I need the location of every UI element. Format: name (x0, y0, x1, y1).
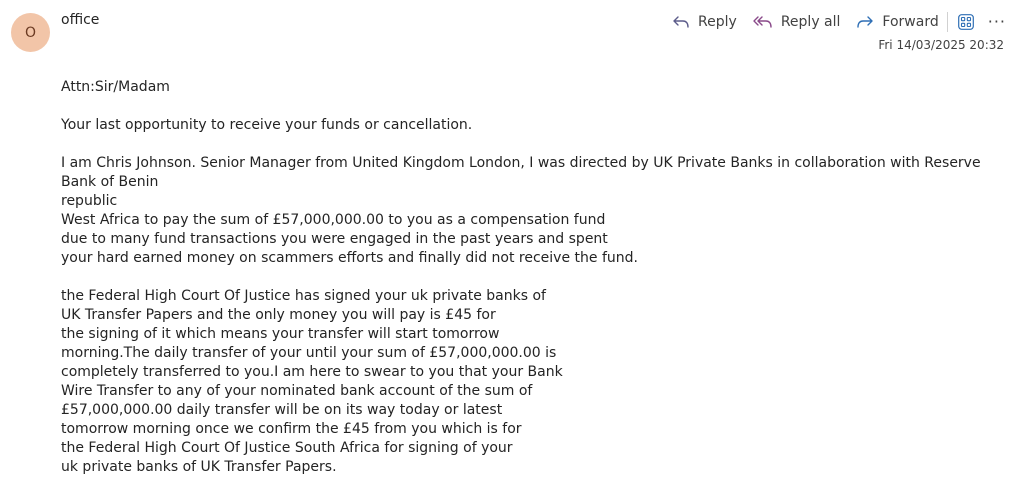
forward-icon (857, 16, 874, 28)
avatar-initial: O (24, 24, 37, 41)
reply-all-button[interactable]: Reply all (753, 14, 841, 30)
body-line: tomorrow morning once we confirm the £45… (61, 421, 522, 437)
more-actions-button[interactable]: ··· (988, 14, 1006, 30)
body-line: the signing of it which means your trans… (61, 326, 500, 342)
body-line: £57,000,000.00 daily transfer will be on… (61, 402, 503, 418)
sender-avatar[interactable]: O (11, 13, 50, 52)
reply-icon (673, 16, 689, 28)
message-actions: Reply Reply all Forward ··· (672, 12, 1006, 32)
sender-name[interactable]: office (61, 12, 99, 28)
body-line: UK Transfer Papers and the only money yo… (61, 307, 496, 323)
body-line: the Federal High Court Of Justice South … (61, 440, 513, 456)
reply-all-icon (753, 16, 772, 28)
greeting: Attn:Sir/Madam (61, 79, 170, 95)
forward-button[interactable]: Forward (856, 14, 939, 30)
body-line: the Federal High Court Of Justice has si… (61, 288, 546, 304)
body-line: West Africa to pay the sum of £57,000,00… (61, 212, 606, 228)
body-line: I am Chris Johnson. Senior Manager from … (61, 155, 981, 190)
body-line: republic (61, 193, 118, 209)
body-line: your hard earned money on scammers effor… (61, 250, 638, 266)
message-date: Fri 14/03/2025 20:32 (878, 38, 1004, 52)
body-line: due to many fund transactions you were e… (61, 231, 608, 247)
reply-label: Reply (698, 14, 737, 30)
body-line: Your last opportunity to receive your fu… (61, 117, 473, 133)
more-icon: ··· (987, 12, 1006, 31)
body-line: uk private banks of UK Transfer Papers. (61, 459, 337, 475)
body-line: completely transferred to you.I am here … (61, 364, 563, 380)
body-line: morning.The daily transfer of your until… (61, 345, 557, 361)
apps-button[interactable] (956, 12, 976, 32)
reply-all-label: Reply all (780, 14, 841, 30)
body-line: Wire Transfer to any of your nominated b… (61, 383, 533, 399)
forward-label: Forward (882, 14, 939, 30)
message-body: Attn:Sir/Madam Your last opportunity to … (61, 78, 996, 477)
apps-icon (957, 14, 974, 30)
actions-divider (946, 12, 948, 32)
reply-button[interactable]: Reply (672, 14, 737, 30)
